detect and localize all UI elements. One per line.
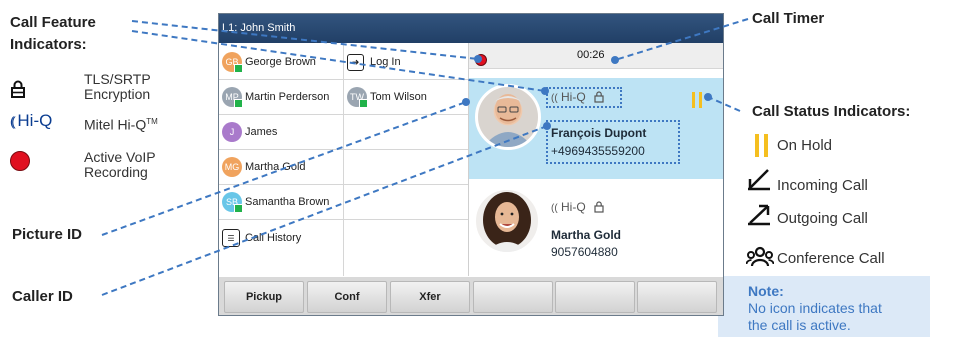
callout-lines <box>101 18 749 296</box>
